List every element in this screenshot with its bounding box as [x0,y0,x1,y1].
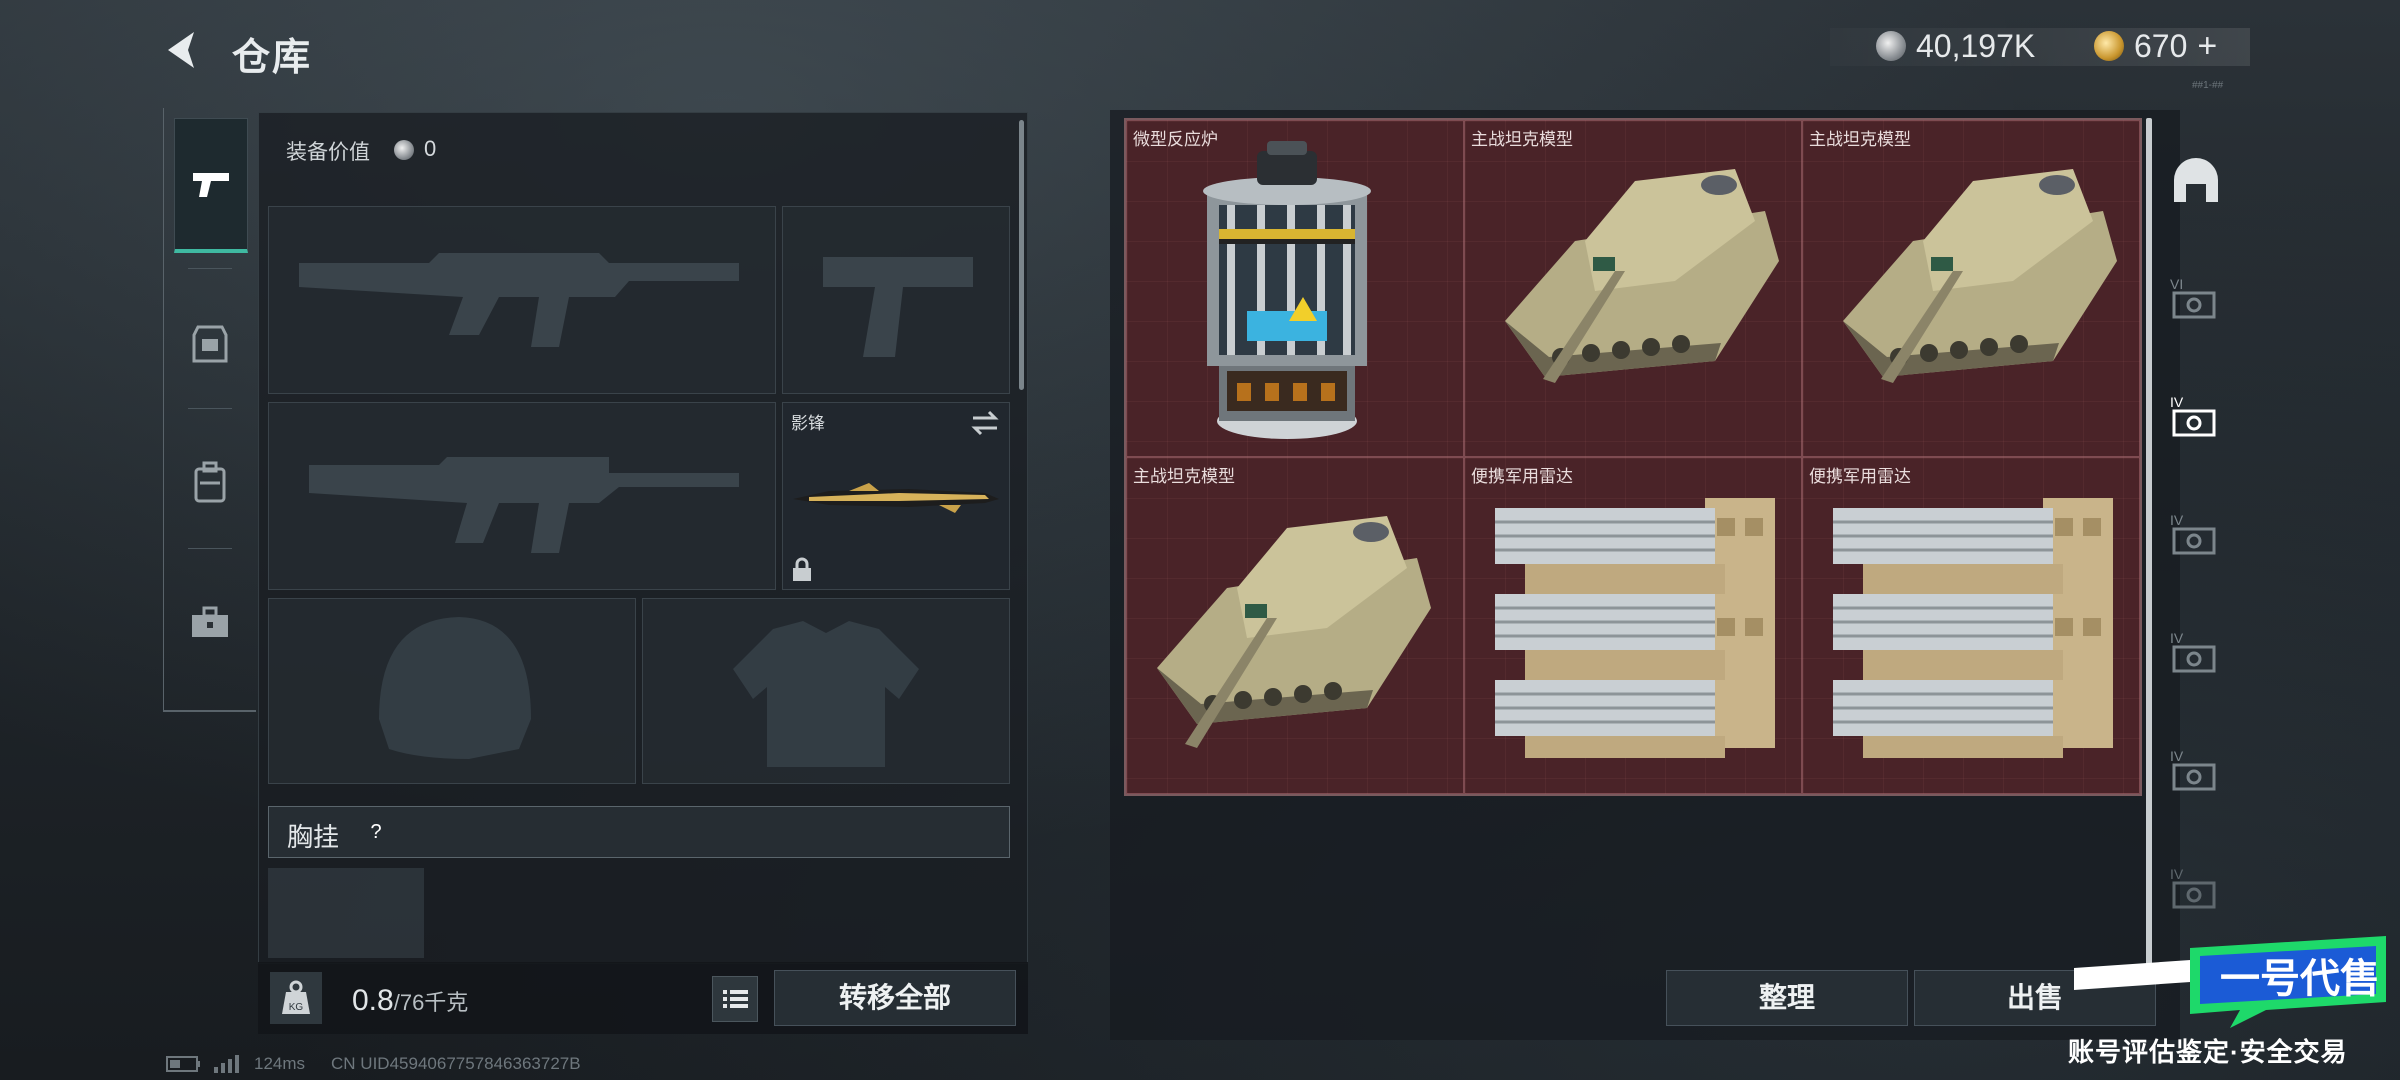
transfer-all-button[interactable]: 转移全部 [774,970,1016,1026]
storage-item[interactable]: 微型反应炉 [1126,120,1464,457]
storage-bunker-icon [2174,158,2218,202]
storage-item[interactable]: 主战坦克模型 [1464,120,1802,457]
tier-case-icon: IV [2170,748,2216,791]
add-gold-button[interactable]: + [2197,27,2217,66]
tier-numeral: IV [2170,512,2184,528]
chest-rig-slot[interactable] [268,868,424,958]
rifle-silhouette-icon [299,253,739,347]
category-tabs [163,108,256,712]
primary-weapon-slot[interactable] [268,206,776,394]
reactor-icon [1203,141,1371,439]
rail-item-tier[interactable]: IV [2160,480,2232,590]
tier-numeral: IV [2170,394,2184,410]
tab-toolbox[interactable] [174,558,246,688]
chest-rig-label: 胸挂 [287,822,340,852]
weight-value: 0.8 [352,984,394,1017]
weight-max: /76千克 [393,990,469,1015]
silver-currency: 40,197K [1876,24,2035,68]
secondary-weapon-slot[interactable] [268,402,776,590]
svg-text:KG: KG [289,1002,304,1013]
silver-amount: 40,197K [1916,27,2036,64]
storage-item[interactable]: 主战坦克模型 [1802,120,2140,457]
tier-numeral: VI [2170,276,2183,292]
status-line: 124ms CN UID4594067757846363727B [166,1054,581,1074]
radar-icon [1495,498,1775,758]
storage-item[interactable]: 便携军用雷达 [1464,457,1802,794]
tank-model-icon [1157,516,1431,748]
weight-readout: 0.8/76千克 [352,984,468,1018]
ping-readout: 124ms [254,1054,306,1073]
tank-model-icon [1505,169,1779,383]
gold-amount: 670 [2134,27,2188,64]
helmet-silhouette-icon [379,617,531,759]
tier-case-icon: IV [2170,630,2216,673]
battery-icon [166,1056,200,1072]
signal-icon [214,1055,239,1073]
rail-item-all[interactable] [2160,126,2232,236]
body-armor-slot[interactable] [642,598,1010,784]
silver-coin-icon [1876,31,1906,61]
tab-backpack[interactable] [174,418,246,548]
tab-armor[interactable] [174,278,246,408]
gold-coin-icon [2094,31,2124,61]
sort-button[interactable]: 整理 [1666,970,1908,1026]
tier-case-icon: IV [2170,866,2216,909]
pistol-icon [193,173,229,197]
melee-slot[interactable]: 影锋 [782,402,1010,590]
watermark-subtitle: 账号评估鉴定·安全交易 [2068,1037,2348,1067]
tier-numeral: IV [2170,630,2184,646]
toolbox-icon [192,606,228,637]
storage-item[interactable]: 主战坦克模型 [1126,457,1464,794]
chest-rig-header: 胸挂 ? [268,806,1010,858]
backpack-icon [194,461,226,503]
watermark-brand: 一号代售 [2220,956,2380,1002]
tab-weapons[interactable] [174,118,248,253]
rail-item-tier[interactable]: VI [2160,244,2232,354]
equip-value-label: 装备价值 [286,141,370,164]
rail-item-tier-active[interactable]: IV [2160,362,2232,472]
storage-item[interactable]: 便携军用雷达 [1802,457,2140,794]
storage-grid: 微型反应炉 主战坦克模型 主战坦克模型 主战坦克模型 便携军用雷达 便携军用雷达 [1124,118,2142,796]
equip-value: 0 [424,136,437,161]
melee-item-name: 影锋 [791,414,825,433]
tier-case-icon: VI [2170,276,2216,319]
tier-numeral: IV [2170,748,2184,764]
watermark-logo: 一号代售 [2074,936,2386,1028]
armor-vest-silhouette-icon [733,621,919,767]
tank-model-icon [1843,169,2117,383]
storage-scrollbar[interactable] [2146,118,2152,978]
lock-icon [793,557,811,581]
uid-readout: CN UID4594067757846363727B [331,1054,581,1073]
back-arrow-icon[interactable] [160,28,204,72]
help-icon[interactable]: ? [363,819,389,845]
tier-numeral: IV [2170,866,2184,882]
rifle-silhouette-icon [309,457,739,553]
tier-case-icon: IV [2170,512,2216,555]
rail-item-tier[interactable]: IV [2160,598,2232,708]
rail-item-tier[interactable]: IV [2160,716,2232,826]
list-view-button[interactable] [712,976,758,1022]
pistol-slot[interactable] [782,206,1010,394]
equip-value-coin-icon [394,140,414,160]
page-title: 仓库 [232,37,313,79]
tier-case-icon: IV [2170,394,2216,437]
weight-kg-icon: KG [270,972,322,1024]
radar-icon [1833,498,2113,758]
armor-icon [192,325,228,363]
swap-icon[interactable] [969,409,1001,437]
pistol-silhouette-icon [823,257,973,357]
gold-currency[interactable]: 670 + [2094,24,2217,68]
helmet-slot[interactable] [268,598,636,784]
version-code: ##1-## [2192,80,2224,91]
storage-filter-rail: VI IV IV IV IV IV [2160,118,2232,928]
knife-icon [793,483,999,513]
loadout-scrollbar[interactable] [1019,120,1024,390]
